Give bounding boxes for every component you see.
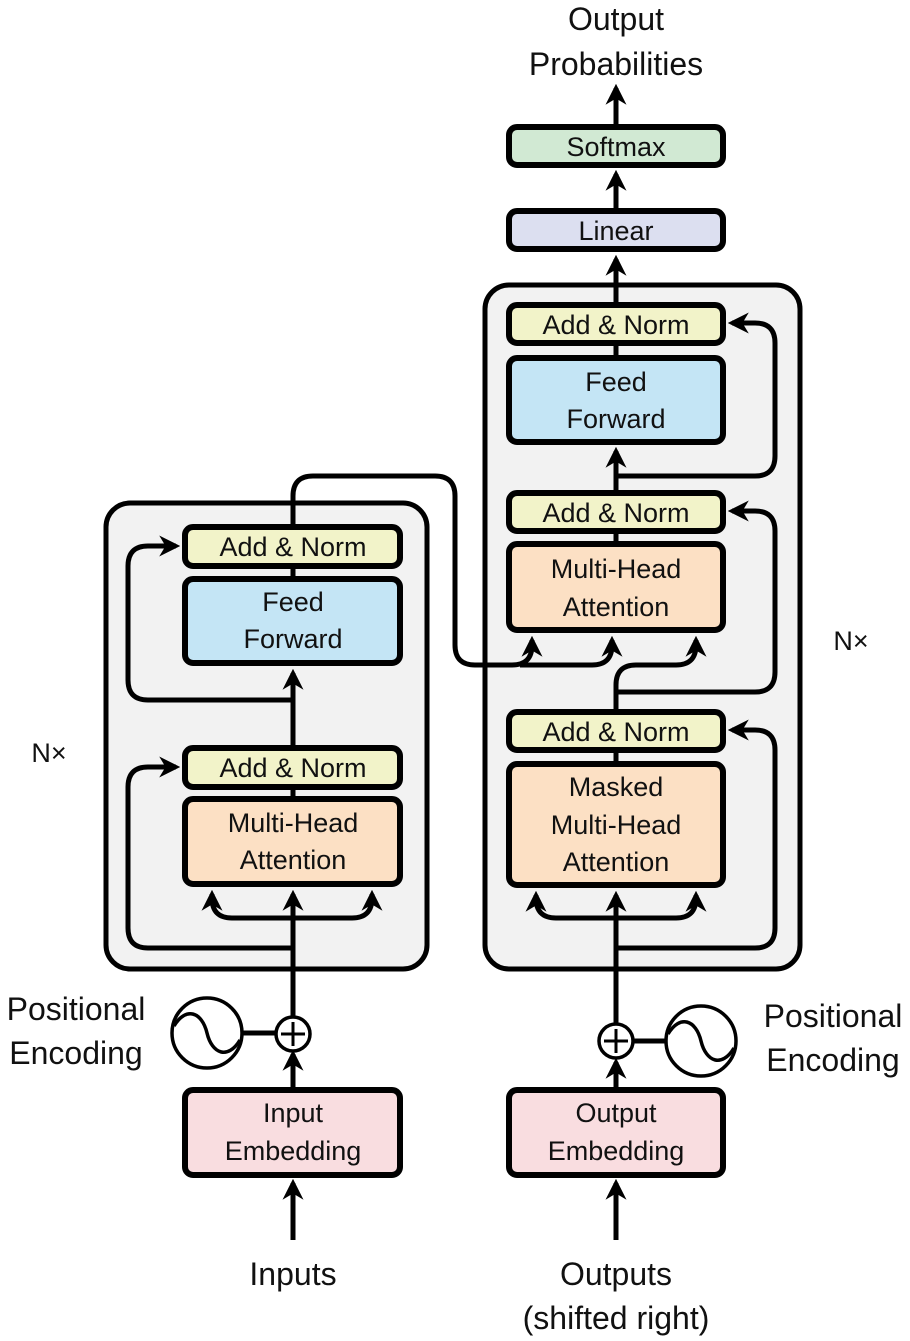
sine-wave-icon (170, 996, 244, 1070)
encoder-positional-encoding: Positional Encoding (7, 991, 312, 1071)
decoder-positional-label-line2: Encoding (766, 1042, 899, 1078)
encoder-add-norm-top-label: Add & Norm (219, 532, 366, 562)
sine-wave-icon (664, 1004, 738, 1078)
encoder-feed-forward-line1: Feed (262, 587, 324, 617)
softmax-label: Softmax (566, 132, 666, 162)
encoder-attention-line2: Attention (240, 845, 347, 875)
decoder-multi-head-attention: Multi-Head Attention (506, 541, 726, 633)
output-probabilities-label-line1: Output (568, 1, 664, 37)
linear-label: Linear (578, 216, 653, 246)
encoder-stack (103, 500, 430, 972)
decoder-feed-forward-line1: Feed (585, 367, 647, 397)
input-embedding-line2: Embedding (225, 1136, 362, 1166)
decoder-masked-line2: Multi-Head (551, 810, 682, 840)
decoder-repeat-label: N× (833, 626, 868, 656)
output-embedding-line2: Embedding (548, 1136, 685, 1166)
transformer-diagram: Output Probabilities Softmax Linear Add … (7, 1, 903, 1336)
decoder-add-norm-2: Add & Norm (506, 490, 726, 534)
decoder-masked-attention: Masked Multi-Head Attention (506, 761, 726, 888)
encoder-add-norm-top: Add & Norm (182, 524, 403, 569)
encoder-multi-head-attention: Multi-Head Attention (182, 796, 403, 887)
decoder-add-norm-1-label: Add & Norm (542, 717, 689, 747)
decoder-positional-label-line1: Positional (764, 998, 903, 1034)
decoder-add-norm-3: Add & Norm (506, 302, 726, 346)
encoder-positional-label-line2: Encoding (9, 1035, 142, 1071)
decoder-feed-forward-line2: Forward (566, 404, 665, 434)
encoder-feed-forward-line2: Forward (243, 624, 342, 654)
encoder-feed-forward: Feed Forward (182, 576, 403, 666)
linear-block: Linear (506, 208, 726, 252)
decoder-masked-line3: Attention (563, 847, 670, 877)
outputs-label-line1: Outputs (560, 1256, 672, 1292)
decoder-attention-line1: Multi-Head (551, 554, 682, 584)
input-embedding-line1: Input (263, 1098, 324, 1128)
encoder-positional-label-line1: Positional (7, 991, 146, 1027)
inputs-label: Inputs (249, 1256, 336, 1292)
decoder-attention-line2: Attention (563, 592, 670, 622)
output-embedding: Output Embedding (506, 1087, 726, 1178)
output-probabilities-label-line2: Probabilities (529, 46, 703, 82)
encoder-add-norm-bottom: Add & Norm (182, 745, 403, 790)
softmax-block: Softmax (506, 124, 726, 168)
decoder-masked-line1: Masked (569, 772, 664, 802)
decoder-add-norm-1: Add & Norm (506, 709, 726, 753)
output-embedding-line1: Output (575, 1098, 657, 1128)
circled-plus-icon (274, 1015, 312, 1053)
decoder-positional-encoding: Positional Encoding (597, 998, 903, 1078)
decoder-add-norm-2-label: Add & Norm (542, 498, 689, 528)
encoder-add-norm-bottom-label: Add & Norm (219, 753, 366, 783)
outputs-label-line2: (shifted right) (523, 1300, 710, 1336)
circled-plus-icon (597, 1022, 635, 1060)
decoder-add-norm-3-label: Add & Norm (542, 310, 689, 340)
encoder-repeat-label: N× (31, 738, 66, 768)
encoder-attention-line1: Multi-Head (228, 808, 359, 838)
input-embedding: Input Embedding (182, 1087, 403, 1178)
decoder-feed-forward: Feed Forward (506, 355, 726, 445)
